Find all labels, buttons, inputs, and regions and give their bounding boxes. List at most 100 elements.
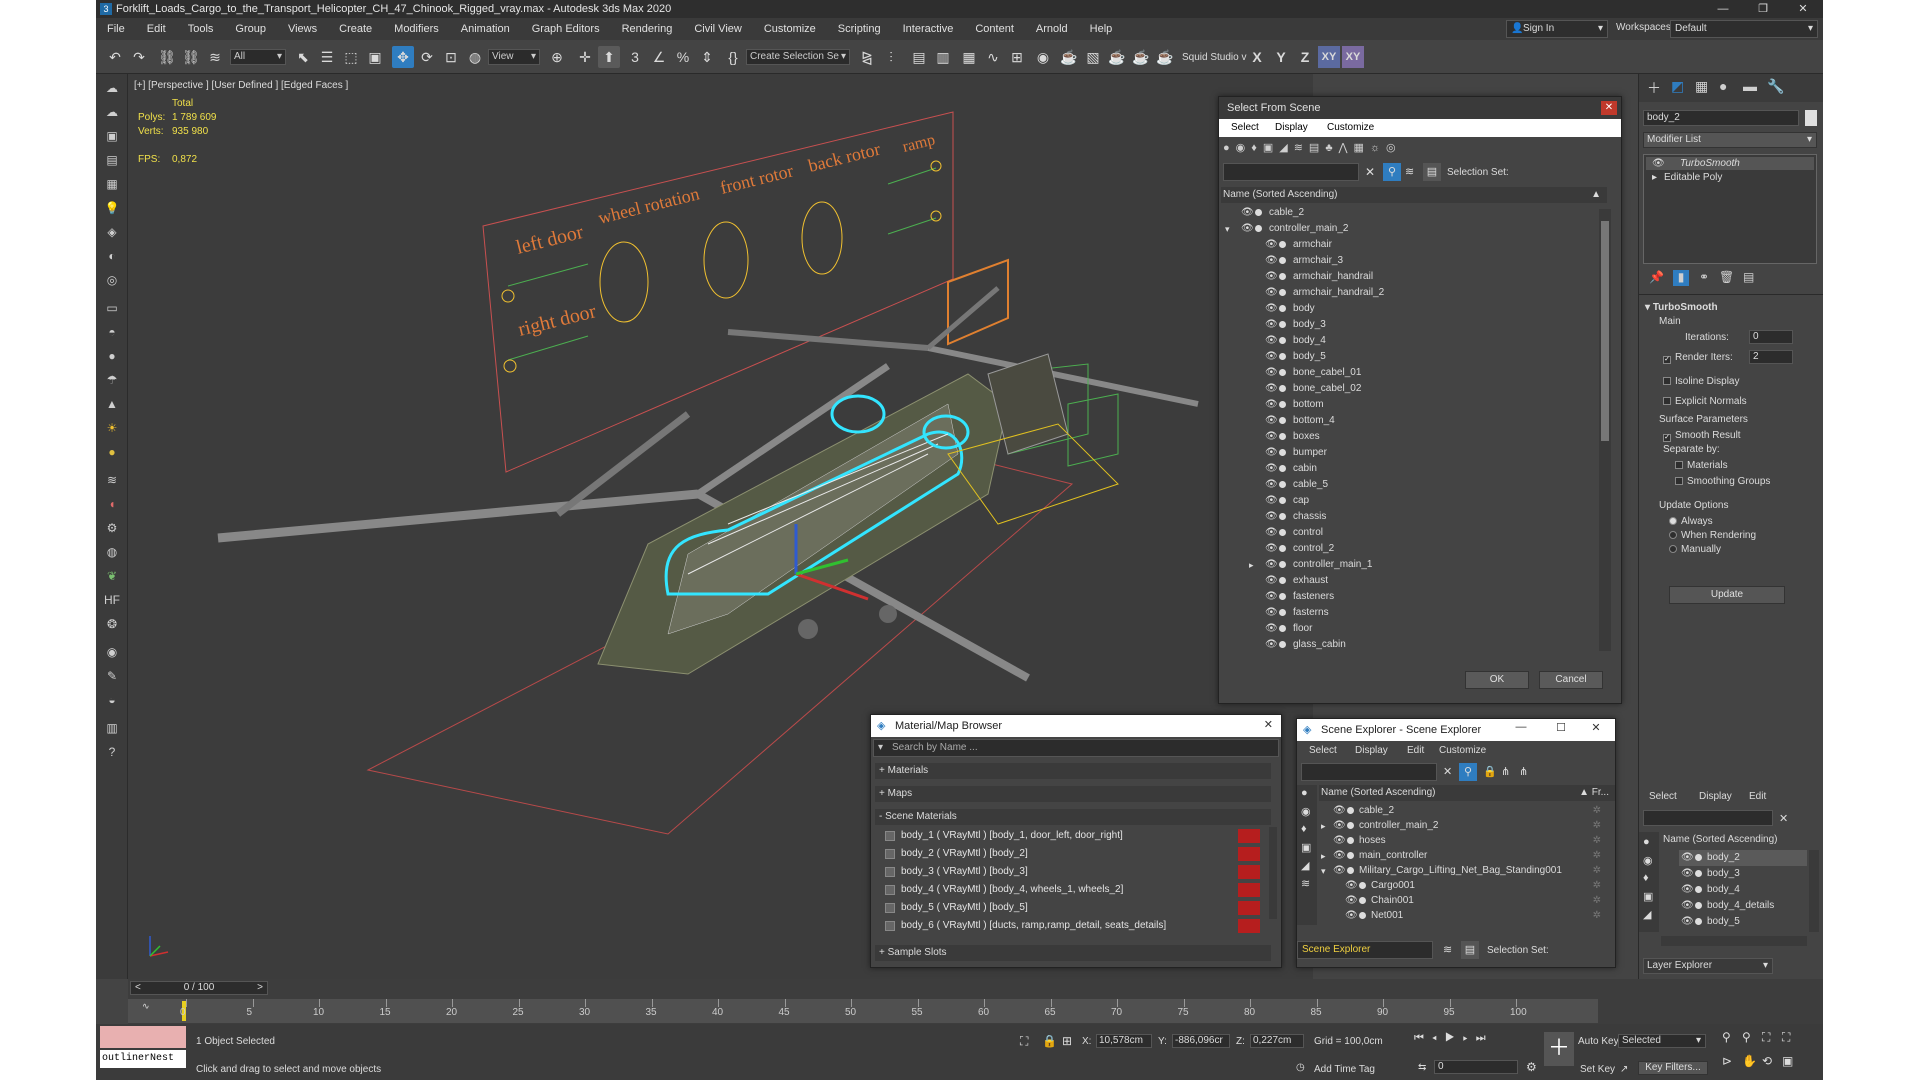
eye-icon[interactable]: 👁: [1345, 908, 1358, 924]
layer-hierarchy-icon[interactable]: ⋔: [1519, 765, 1528, 778]
expand-closed-icon[interactable]: ▸: [1321, 848, 1326, 864]
eye-icon[interactable]: 👁: [1265, 541, 1278, 557]
le-menu-display[interactable]: Display: [1699, 788, 1732, 806]
maxscript-listener-top[interactable]: [100, 1026, 186, 1048]
edit-named-sets-icon[interactable]: {}: [722, 46, 744, 68]
help-icon[interactable]: ?: [102, 742, 122, 762]
remove-modifier-icon[interactable]: 🗑: [1719, 270, 1734, 284]
eye-icon[interactable]: 👁: [1265, 349, 1278, 365]
field-of-view-icon[interactable]: ⊳: [1722, 1054, 1732, 1068]
add-time-tag[interactable]: Add Time Tag: [1314, 1064, 1375, 1075]
scene-material-item[interactable]: body_3 ( VRayMtl ) [body_3]: [885, 863, 1265, 881]
eye-icon[interactable]: 👁: [1265, 445, 1278, 461]
axis-y-button[interactable]: Y: [1270, 46, 1292, 68]
clear-search-icon[interactable]: ✕: [1443, 765, 1452, 778]
eye-icon[interactable]: 👁: [1681, 914, 1694, 930]
light-filter-icon[interactable]: ♦: [1301, 823, 1307, 835]
curve-editor-icon[interactable]: ∿: [982, 46, 1004, 68]
axis-z-button[interactable]: Z: [1294, 46, 1316, 68]
sfs-scrollbar-thumb[interactable]: [1601, 221, 1609, 441]
hemisphere-icon[interactable]: ◓: [102, 322, 122, 342]
reference-coordinate-dropdown[interactable]: View ▾: [488, 49, 540, 65]
close-icon[interactable]: ✕: [1581, 721, 1611, 739]
object-name-field[interactable]: body_2: [1643, 110, 1799, 126]
make-unique-icon[interactable]: ⚭: [1699, 270, 1709, 284]
scene-explorer-icon[interactable]: ▤: [908, 46, 930, 68]
eye-icon[interactable]: 👁: [1265, 525, 1278, 541]
stack-item-turbosmooth[interactable]: 👁 TurboSmooth: [1646, 157, 1814, 170]
se-list-item[interactable]: 👁 cable_2 ✲: [1319, 803, 1605, 819]
selection-lock-icon[interactable]: 🔒: [1042, 1034, 1057, 1048]
render-active-shade-icon[interactable]: ☕: [1154, 46, 1176, 68]
absolute-mode-icon[interactable]: ⊞: [1062, 1034, 1072, 1048]
maximize-viewport-icon[interactable]: ▣: [1782, 1054, 1793, 1068]
eye-icon[interactable]: 👁: [1333, 803, 1346, 819]
eye-icon[interactable]: 👁: [1265, 461, 1278, 477]
le-hscrollbar[interactable]: [1661, 936, 1807, 946]
menu-tools[interactable]: Tools: [177, 23, 225, 35]
menu-customize[interactable]: Customize: [753, 23, 827, 35]
sfs-list-item[interactable]: 👁 bone_cabel_02: [1221, 381, 1591, 397]
menu-group[interactable]: Group: [224, 23, 277, 35]
key-filters-button[interactable]: Key Filters...: [1638, 1061, 1708, 1075]
helper-icon[interactable]: ◐: [102, 246, 122, 266]
sfs-column-header[interactable]: Name (Sorted Ascending) ▲: [1221, 187, 1607, 203]
previous-frame-icon[interactable]: ◂: [1432, 1032, 1445, 1044]
motion-tab-icon[interactable]: ●: [1719, 78, 1727, 94]
eye-icon[interactable]: 👁: [1265, 557, 1278, 573]
workspace-dropdown[interactable]: Default ▾: [1670, 20, 1818, 38]
se-list-item[interactable]: ▾ 👁 Military_Cargo_Lifting_Net_Bag_Standin…: [1319, 863, 1605, 879]
expand-closed-icon[interactable]: ▸: [1321, 818, 1326, 834]
cone-icon[interactable]: ▲: [102, 394, 122, 414]
geometry-filter-icon[interactable]: ●: [1301, 787, 1308, 799]
zoom-icon[interactable]: ⚲: [1722, 1030, 1731, 1044]
chevron-right-icon[interactable]: >: [257, 982, 263, 994]
chevron-right-icon[interactable]: ▸: [1652, 171, 1657, 184]
eye-icon[interactable]: 👁: [1241, 221, 1254, 237]
sfs-list-item[interactable]: 👁 floor: [1221, 621, 1591, 637]
sfs-list-item[interactable]: 👁 bottom: [1221, 397, 1591, 413]
filter-icon[interactable]: ⚲: [1459, 763, 1477, 781]
list-icon[interactable]: ▤: [102, 150, 122, 170]
layers-icon[interactable]: ≋: [1405, 165, 1414, 178]
eye-icon[interactable]: 👁: [1265, 269, 1278, 285]
isoline-display-checkbox[interactable]: Isoline Display: [1663, 376, 1739, 387]
axis-xy-cycle-button[interactable]: XY: [1342, 46, 1364, 68]
eye-icon[interactable]: 👁: [1265, 477, 1278, 493]
cancel-button[interactable]: Cancel: [1539, 671, 1603, 689]
auto-key-button[interactable]: Auto Key: [1578, 1036, 1619, 1047]
modifier-list-dropdown[interactable]: Modifier List ▾: [1643, 132, 1817, 148]
freeze-icon[interactable]: ✲: [1593, 878, 1601, 894]
sfs-list-item[interactable]: 👁 armchair_handrail: [1221, 269, 1591, 285]
close-button[interactable]: ✕: [1783, 0, 1823, 18]
ies-light-icon[interactable]: ●: [102, 442, 122, 462]
play-icon[interactable]: ▶: [1445, 1032, 1463, 1044]
sfs-list-item[interactable]: 👁 cap: [1221, 493, 1591, 509]
chevron-left-icon[interactable]: <: [135, 982, 141, 994]
key-mode-icon[interactable]: ⇆: [1418, 1062, 1426, 1073]
sfs-list-item[interactable]: ▸ 👁 controller_main_1: [1221, 557, 1591, 573]
create-shapes-icon[interactable]: ☁: [102, 102, 122, 122]
redo-icon[interactable]: ↷: [128, 46, 150, 68]
sfs-list-item[interactable]: 👁 fasterns: [1221, 605, 1591, 621]
section-maps[interactable]: + Maps: [875, 786, 1271, 802]
le-menu-edit[interactable]: Edit: [1749, 788, 1766, 806]
rendered-frame-window-icon[interactable]: ▧: [1082, 46, 1104, 68]
eye-icon[interactable]: 👁: [1265, 317, 1278, 333]
sfs-list-item[interactable]: 👁 control: [1221, 525, 1591, 541]
go-to-end-icon[interactable]: ⏭: [1476, 1032, 1494, 1044]
eye-icon[interactable]: 👁: [1265, 365, 1278, 381]
sfs-filter-icons[interactable]: ●◉♦▣◢≋▤♣⋀▦☼◎: [1223, 141, 1619, 161]
sfs-list-item[interactable]: 👁 bottom_4: [1221, 413, 1591, 429]
se-column-header[interactable]: Name (Sorted Ascending) ▲ Fr...: [1319, 785, 1615, 801]
close-icon[interactable]: ✕: [1601, 101, 1617, 115]
eye-icon[interactable]: 👁: [1265, 397, 1278, 413]
axis-x-button[interactable]: X: [1246, 46, 1268, 68]
menu-views[interactable]: Views: [277, 23, 328, 35]
globe-icon[interactable]: ◉: [102, 642, 122, 662]
se-list-item[interactable]: 👁 Cargo001 ✲: [1319, 878, 1605, 894]
minimize-button[interactable]: —: [1501, 721, 1541, 739]
material-search-input[interactable]: ▾ Search by Name ...: [873, 739, 1279, 757]
restore-button[interactable]: ❐: [1743, 0, 1783, 18]
se-list-item[interactable]: ▸ 👁 main_controller ✲: [1319, 848, 1605, 864]
